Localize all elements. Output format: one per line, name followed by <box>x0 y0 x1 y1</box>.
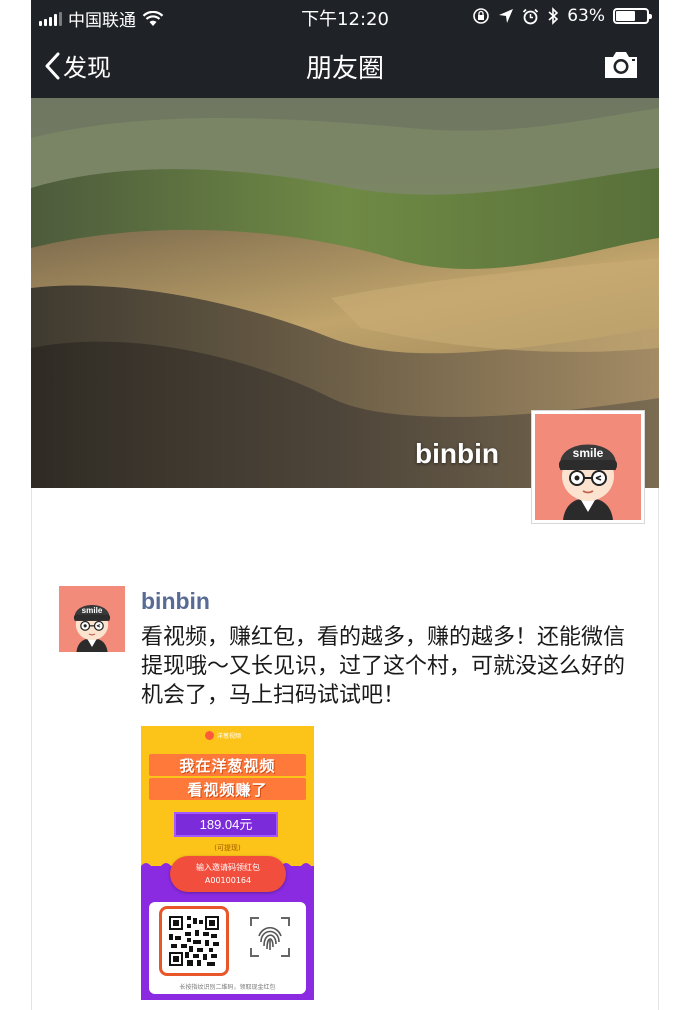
status-right: 63% <box>472 6 652 26</box>
poster-amount: 189.04元 <box>174 812 278 837</box>
app-logo-icon <box>205 730 214 740</box>
battery-icon <box>613 8 652 24</box>
cartoon-avatar-image: smile <box>535 414 641 520</box>
poster-app-name: 洋葱视频 <box>217 732 242 740</box>
poster-title-line1: 我在洋葱视频 <box>179 757 276 775</box>
poster-withdraw-note: (可提现) <box>214 844 241 852</box>
divider <box>31 488 32 1010</box>
cartoon-avatar-image: smile <box>59 586 125 652</box>
alarm-icon <box>523 8 539 24</box>
orientation-lock-icon <box>473 8 490 24</box>
avatar-hat-text: smile <box>573 446 604 460</box>
location-icon <box>499 9 514 23</box>
nav-bar: 发现 朋友圈 <box>31 32 659 98</box>
qr-code-icon <box>169 916 219 966</box>
poster-invite-label: 输入邀请码领红包 <box>196 863 260 872</box>
post-author-name[interactable]: binbin <box>141 588 210 615</box>
post-author-avatar[interactable]: smile <box>59 586 125 652</box>
poster-invite-code: A00100164 <box>204 876 252 885</box>
profile-avatar[interactable]: smile <box>531 410 645 524</box>
page-title: 朋友圈 <box>305 54 384 84</box>
wechat-moments-screen: 中国联通 下午12:20 63% 发现 朋友圈 binbin smile smi… <box>31 0 659 1010</box>
post-text: 看视频，赚红包，看的越多，赚的越多！还能微信提现哦～又长见识，过了这个村，可就没… <box>141 625 626 708</box>
post-image[interactable]: 洋葱视频 我在洋葱视频 看视频赚了 189.04元 (可提现) 输入邀请码领红包… <box>141 726 314 1000</box>
divider <box>658 488 659 1010</box>
avatar-hat-text: smile <box>82 606 103 615</box>
cover-username: binbin <box>415 438 499 469</box>
status-bar: 中国联通 下午12:20 63% <box>31 0 659 32</box>
battery-percent: 63% <box>567 6 605 26</box>
qr-code-frame <box>159 906 229 976</box>
fingerprint-icon <box>249 916 291 958</box>
poster-header: 洋葱视频 <box>141 726 314 744</box>
poster-hint: 长按指纹识别二维码，领取现金红包 <box>179 984 276 991</box>
poster-invite-pill: 输入邀请码领红包 A00100164 <box>170 856 286 892</box>
poster-title-line2: 看视频赚了 <box>187 781 268 799</box>
camera-icon[interactable] <box>603 50 639 80</box>
poster-qr-card: 长按指纹识别二维码，领取现金红包 <box>149 902 306 994</box>
bluetooth-icon <box>548 7 559 25</box>
battery-fill <box>616 11 635 21</box>
